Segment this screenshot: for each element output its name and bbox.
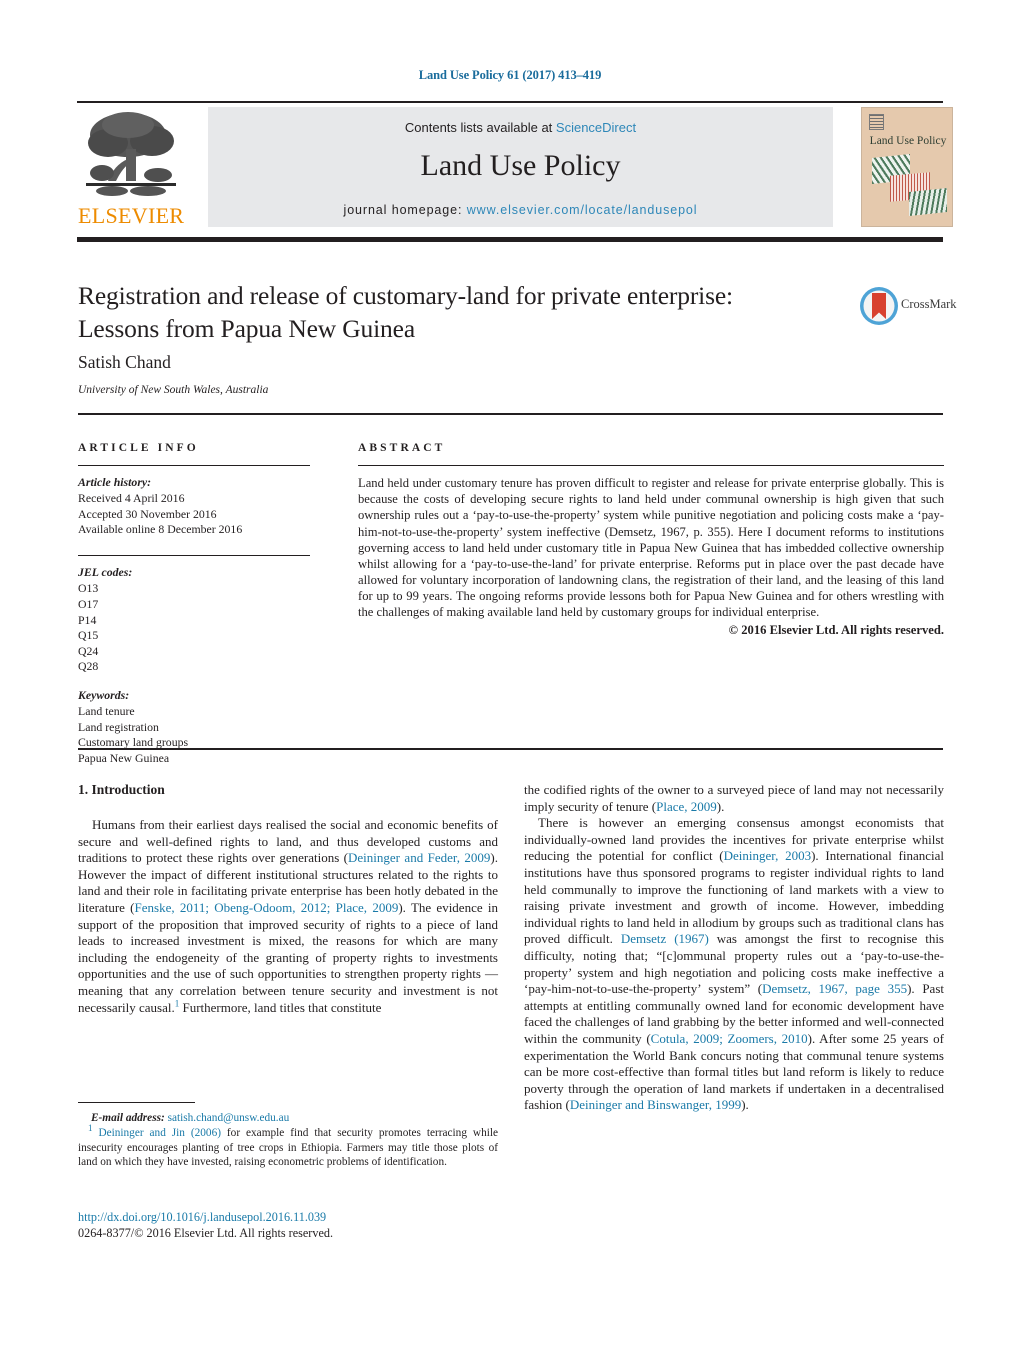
citation-link[interactable]: Deininger and Feder, 2009 — [348, 850, 490, 865]
sciencedirect-link[interactable]: ScienceDirect — [556, 120, 636, 135]
doi-link[interactable]: http://dx.doi.org/10.1016/j.landusepol.2… — [78, 1210, 498, 1225]
footnote-1: 1 Deininger and Jin (2006) for example f… — [78, 1123, 498, 1170]
jel-code-item: O17 — [78, 596, 99, 611]
para-text: ). The evidence in support of the propos… — [78, 899, 498, 1015]
email-label: E-mail address: — [91, 1112, 165, 1125]
citation-link[interactable]: Deininger and Binswanger, 1999 — [570, 1097, 741, 1112]
author-email-link[interactable]: satish.chand@unsw.edu.au — [168, 1112, 290, 1124]
body-column-right: the codified rights of the owner to a su… — [524, 782, 944, 1114]
cover-image-green-bottom — [909, 188, 947, 216]
jel-code-item: P14 — [78, 612, 97, 627]
author-affiliation: University of New South Wales, Australia — [78, 384, 269, 396]
para-text: Furthermore, land titles that constitute — [179, 999, 382, 1015]
journal-title: Land Use Policy — [420, 149, 621, 182]
article-info-column: ARTICLE INFO Article history: Received 4… — [78, 442, 310, 766]
paragraph-right-1: the codified rights of the owner to a su… — [524, 782, 944, 815]
keywords-label: Keywords: — [78, 687, 130, 702]
running-head: Land Use Policy 61 (2017) 413–419 — [418, 68, 602, 82]
crossmark-label: CrossMark — [901, 297, 957, 311]
citation-link[interactable]: Cotula, 2009; Zoomers, 2010 — [651, 1031, 808, 1046]
abstract-copyright: © 2016 Elsevier Ltd. All rights reserved… — [728, 623, 944, 638]
homepage-prefix: journal homepage: — [343, 203, 467, 217]
jel-codes-rule — [78, 555, 310, 557]
footnote-area: E-mail address: satish.chand@unsw.edu.au… — [78, 1102, 498, 1170]
page-title: Registration and release of customary-la… — [78, 279, 838, 345]
citation-link[interactable]: Demsetz (1967) — [621, 931, 709, 946]
article-history-available: Available online 8 December 2016 — [78, 522, 243, 537]
crossmark-badge[interactable]: CrossMark — [859, 286, 957, 326]
keyword-item: Land tenure — [78, 703, 135, 718]
journal-homepage-line: journal homepage: www.elsevier.com/locat… — [208, 203, 833, 217]
journal-cover-thumbnail: Land Use Policy — [861, 107, 953, 227]
citation-link[interactable]: Deininger and Jin (2006) — [98, 1127, 221, 1139]
masthead-bottom-rule — [77, 237, 943, 242]
issn-copyright-line: 0264-8377/© 2016 Elsevier Ltd. All right… — [78, 1226, 333, 1240]
jel-code-item: Q28 — [78, 659, 99, 674]
masthead-top-rule — [77, 101, 943, 103]
footnote-email-line: E-mail address: satish.chand@unsw.edu.au — [78, 1111, 498, 1126]
abstract-rule — [358, 465, 944, 467]
crossmark-icon — [860, 287, 898, 325]
cover-journal-title: Land Use Policy — [869, 135, 947, 147]
article-info-rule — [78, 465, 310, 467]
keyword-item: Land registration — [78, 719, 159, 734]
article-info-heading: ARTICLE INFO — [78, 442, 199, 454]
elsevier-tree-icon — [86, 112, 176, 196]
section-heading-introduction: 1. Introduction — [78, 782, 165, 797]
footer-doi-block: http://dx.doi.org/10.1016/j.landusepol.2… — [78, 1210, 498, 1241]
cover-elsevier-mark-icon — [869, 114, 884, 130]
footnote-separator-rule — [78, 1102, 195, 1104]
para-text: ). — [716, 798, 725, 814]
citation-link[interactable]: Demsetz, 1967, page 355 — [762, 981, 907, 996]
abstract-heading: ABSTRACT — [358, 442, 446, 454]
article-history-received: Received 4 April 2016 — [78, 491, 185, 506]
article-history-label: Article history: — [78, 475, 152, 490]
para-text: the codified rights of the owner to a su… — [524, 782, 944, 814]
jel-codes-label: JEL codes: — [78, 565, 133, 580]
journal-article-page: Land Use Policy 61 (2017) 413–419 ELSEVI… — [0, 0, 1020, 1351]
masthead-box: Contents lists available at ScienceDirec… — [208, 107, 833, 227]
jel-code-item: Q24 — [78, 643, 99, 658]
citation-link[interactable]: Place, 2009 — [656, 799, 717, 814]
journal-homepage-link[interactable]: www.elsevier.com/locate/landusepol — [467, 203, 698, 217]
abstract-column: ABSTRACT Land held under customary tenur… — [358, 442, 944, 638]
abstract-text: Land held under customary tenure has pro… — [358, 476, 944, 620]
para-text: ). — [741, 1097, 749, 1113]
elsevier-wordmark: ELSEVIER — [78, 203, 185, 228]
elsevier-logo: ELSEVIER — [78, 107, 184, 229]
contents-available-line: Contents lists available at ScienceDirec… — [208, 120, 833, 135]
citation-link[interactable]: Fenske, 2011; Obeng-Odoom, 2012; Place, … — [135, 900, 399, 915]
article-history-accepted: Accepted 30 November 2016 — [78, 506, 217, 521]
keyword-item: Customary land groups — [78, 735, 189, 750]
footnote-number: 1 — [88, 1123, 93, 1134]
paper-title-line-2: Lessons from Papua New Guinea — [78, 314, 415, 343]
contents-prefix: Contents lists available at — [404, 120, 556, 135]
jel-code-item: O13 — [78, 581, 99, 596]
keyword-item: Papua New Guinea — [78, 750, 170, 765]
body-column-left: 1. Introduction Humans from their earlie… — [78, 782, 498, 1016]
abstract-section-top-rule — [78, 413, 943, 415]
paper-title-block: Registration and release of customary-la… — [78, 279, 838, 345]
paper-title-line-1: Registration and release of customary-la… — [78, 281, 733, 310]
author-name: Satish Chand — [78, 352, 171, 372]
paragraph-right-2: There is however an emerging consensus a… — [524, 815, 944, 1114]
citation-link[interactable]: Deininger, 2003 — [724, 848, 811, 863]
paragraph-intro-1: Humans from their earliest days realised… — [78, 817, 498, 1016]
jel-code-item: Q15 — [78, 628, 99, 643]
